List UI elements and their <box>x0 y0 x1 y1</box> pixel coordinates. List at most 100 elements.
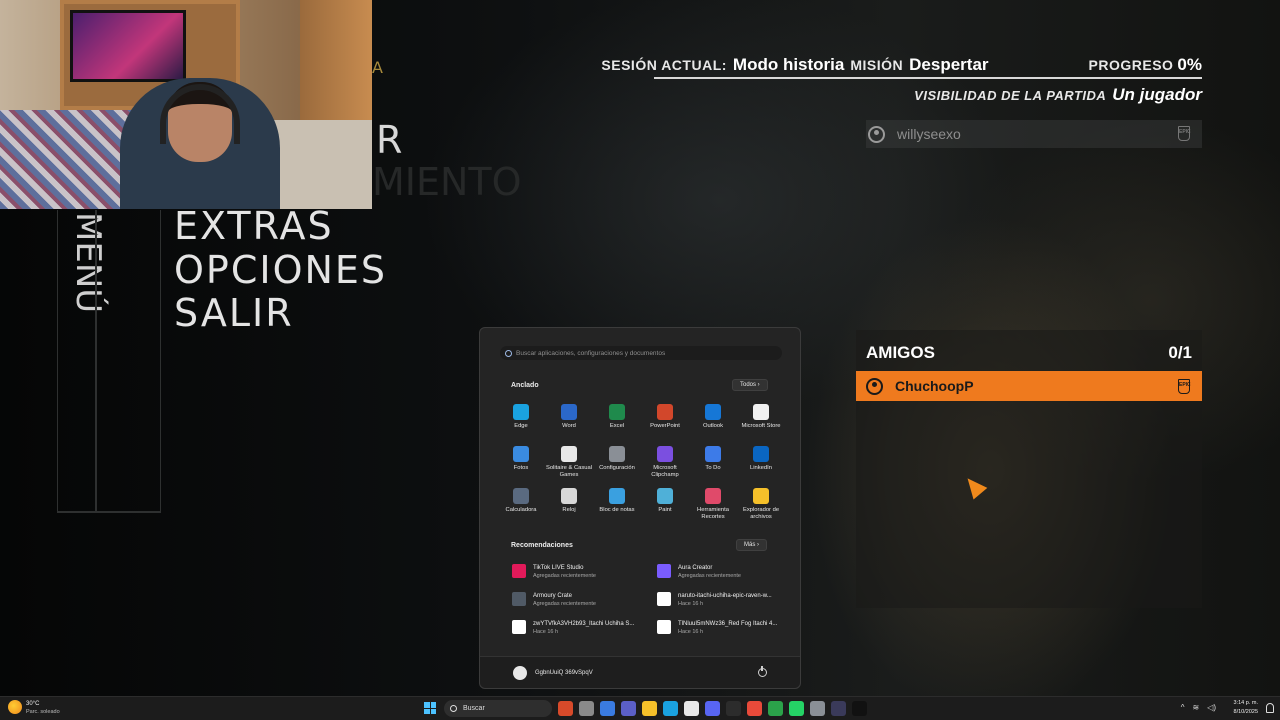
recommended-item[interactable]: zwYTVfkA3VH2b93_Itachi Uchiha S... Hace 1… <box>512 620 652 636</box>
app-icon <box>609 488 625 504</box>
menu-item-salir[interactable]: SALIR <box>174 291 294 335</box>
taskbar-app-icons <box>558 701 867 716</box>
pinned-app-label: Microsoft Clipchamp <box>651 465 679 478</box>
pinned-app[interactable]: Word <box>545 404 593 430</box>
user-icon <box>868 125 885 143</box>
friend-item[interactable]: ChuchoopP EPIC <box>856 371 1202 401</box>
taskbar-search[interactable]: Buscar <box>444 700 552 717</box>
start-menu: Buscar aplicaciones, configuraciones y d… <box>479 327 801 689</box>
recommended-item[interactable]: Aura Creator Agregadas recientemente <box>657 564 797 580</box>
copilot-icon[interactable] <box>558 701 573 716</box>
pinned-app-label: Edge <box>514 423 528 429</box>
recommended-item[interactable]: naruto-itachi-uchiha-epic-raven-w... Hace… <box>657 592 797 608</box>
weather-widget[interactable]: 30°C Parc. soleado <box>8 700 60 716</box>
chevron-up-icon[interactable]: ^ <box>1181 703 1185 712</box>
progress-value: 0% <box>1177 55 1202 74</box>
pinned-app[interactable]: Microsoft Store <box>737 404 785 430</box>
recommended-subtitle: Hace 16 h <box>678 629 704 635</box>
app-icon <box>513 488 529 504</box>
session-label: SESIÓN ACTUAL: <box>601 57 727 73</box>
file-explorer-icon[interactable] <box>642 701 657 716</box>
recommended-item[interactable]: TlNluuI5mNWz36_Red Fog Itachi 4... Hace 1… <box>657 620 797 636</box>
recommended-name: Armoury Crate <box>533 593 573 599</box>
edge-icon[interactable] <box>663 701 678 716</box>
teams-icon[interactable] <box>621 701 636 716</box>
pinned-app[interactable]: PowerPoint <box>641 404 689 430</box>
whatsapp-icon[interactable] <box>789 701 804 716</box>
menu-item-extras[interactable]: EXTRAS <box>174 204 334 248</box>
user-icon <box>866 377 883 395</box>
pinned-app[interactable]: Reloj <box>545 488 593 514</box>
pinned-app[interactable]: Paint <box>641 488 689 514</box>
app-icon <box>561 446 577 462</box>
taskbar-search-label: Buscar <box>463 705 485 712</box>
pinned-app[interactable]: Microsoft Clipchamp <box>641 446 689 479</box>
epic-games-icon: EPIC <box>1178 126 1191 141</box>
recommended-item[interactable]: TikTok LIVE Studio Agregadas recientement… <box>512 564 652 580</box>
recommended-item[interactable]: Armoury Crate Agregadas recientemente <box>512 592 652 608</box>
pinned-app[interactable]: Outlook <box>689 404 737 430</box>
visibility-label: VISIBILIDAD DE LA PARTIDA <box>914 88 1107 103</box>
epic-games-icon[interactable] <box>726 701 741 716</box>
friends-count: 0/1 <box>1168 343 1192 362</box>
dying-light-icon[interactable] <box>852 701 867 716</box>
pinned-app-label: Herramienta Recortes <box>697 507 729 520</box>
pinned-title: Anclado <box>511 382 539 389</box>
pinned-app-label: Word <box>562 423 576 429</box>
task-view-icon[interactable] <box>579 701 594 716</box>
menu-rotated-label: MENÚ <box>68 212 108 314</box>
recommended-name: Aura Creator <box>678 565 713 571</box>
menu-ghost-letter-r: R <box>376 118 403 162</box>
app-icon <box>705 404 721 420</box>
hud-divider <box>654 77 1202 79</box>
windows-start-icon[interactable] <box>424 702 436 714</box>
volume-icon[interactable]: ◁) <box>1207 703 1216 712</box>
app-icon <box>657 488 673 504</box>
power-icon[interactable] <box>758 666 767 677</box>
screen: A R MIENTO MENÚ EXTRAS OPCIONES SALIR SE… <box>0 0 1280 720</box>
pinned-app[interactable]: Solitaire & Casual Games <box>545 446 593 479</box>
user-name[interactable]: GgbnUuiQ 369vSpqV <box>535 670 593 676</box>
chrome-icon[interactable] <box>747 701 762 716</box>
start-search-box[interactable]: Buscar aplicaciones, configuraciones y d… <box>500 346 782 360</box>
pinned-app[interactable]: Bloc de notas <box>593 488 641 514</box>
store-icon[interactable] <box>684 701 699 716</box>
pinned-app[interactable]: Calculadora <box>497 488 545 514</box>
session-value: Modo historia <box>732 55 845 74</box>
webcam-monitor <box>70 10 186 82</box>
pinned-app[interactable]: To Do <box>689 446 737 472</box>
pinned-app-label: Excel <box>609 423 625 429</box>
obs-icon[interactable] <box>831 701 846 716</box>
pinned-app[interactable]: Excel <box>593 404 641 430</box>
app-icon <box>705 488 721 504</box>
wifi-icon[interactable]: ≋ <box>1192 703 1199 712</box>
notification-bell-icon[interactable] <box>1266 703 1274 713</box>
more-button[interactable]: Más › <box>736 539 767 551</box>
recommended-subtitle: Hace 16 h <box>533 629 559 635</box>
clock-time: 3:14 p. m. <box>1233 700 1258 706</box>
player-slot[interactable]: willyseexo EPIC <box>866 120 1202 148</box>
pinned-app[interactable]: Fotos <box>497 446 545 472</box>
search-icon <box>450 705 457 712</box>
pinned-app[interactable]: Herramienta Recortes <box>689 488 737 521</box>
discord-icon[interactable] <box>705 701 720 716</box>
settings-icon[interactable] <box>810 701 825 716</box>
xbox-icon[interactable] <box>768 701 783 716</box>
app-icon <box>657 404 673 420</box>
copilot-app-icon[interactable] <box>600 701 615 716</box>
pinned-app[interactable]: LinkedIn <box>737 446 785 472</box>
player-name: willyseexo <box>897 126 961 142</box>
app-icon <box>609 404 625 420</box>
pinned-app-label: Fotos <box>513 465 529 471</box>
pinned-app-label: Bloc de notas <box>599 507 635 513</box>
all-apps-button[interactable]: Todos › <box>732 379 768 391</box>
pinned-app[interactable]: Configuración <box>593 446 641 472</box>
clock-date: 8/10/2025 <box>1233 709 1258 715</box>
app-icon <box>513 404 529 420</box>
clock[interactable]: 3:14 p. m. 8/10/2025 <box>1234 699 1258 717</box>
pinned-app[interactable]: Explorador de archivos <box>737 488 785 521</box>
weather-temp: 30°C <box>26 701 40 707</box>
menu-item-opciones[interactable]: OPCIONES <box>174 248 387 292</box>
avatar[interactable] <box>513 666 527 680</box>
pinned-app[interactable]: Edge <box>497 404 545 430</box>
